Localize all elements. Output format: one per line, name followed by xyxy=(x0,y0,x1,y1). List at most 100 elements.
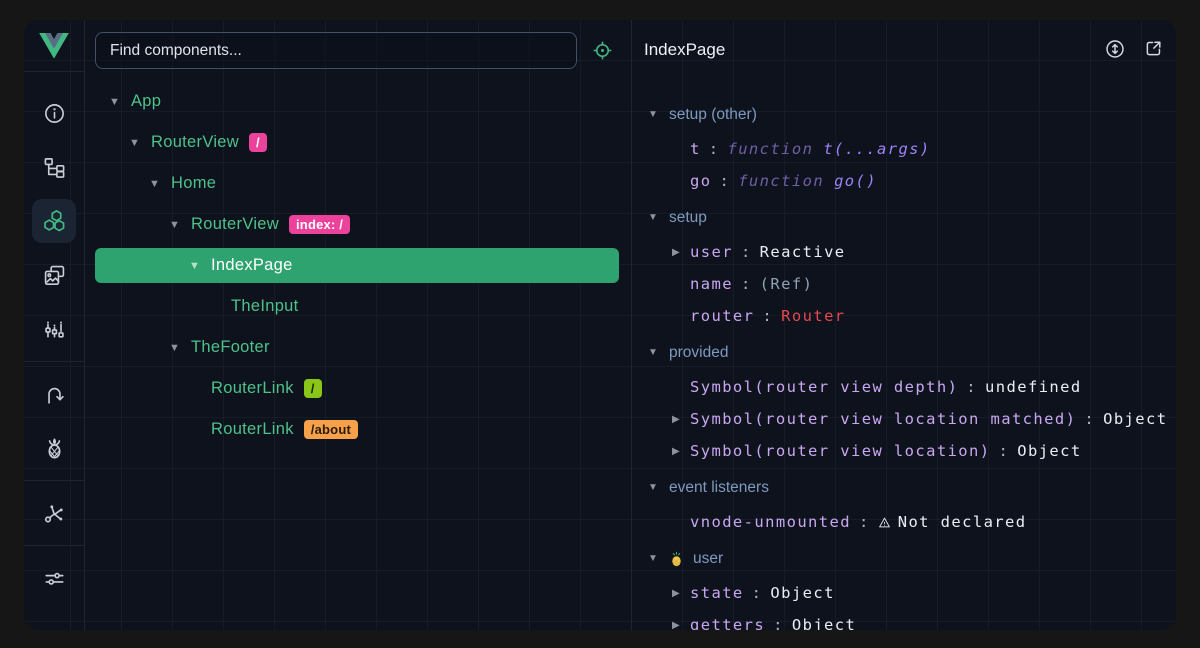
sidebar-item-module-graph[interactable] xyxy=(24,486,84,540)
component-tree: ▼App▼RouterView/▼Home▼RouterViewindex: /… xyxy=(85,69,631,450)
function-keyword: function xyxy=(727,140,813,158)
chevron-down-icon[interactable]: ▼ xyxy=(648,482,660,493)
tree-node-label: App xyxy=(131,92,161,111)
prop-colon: : xyxy=(773,616,784,630)
chevron-down-icon[interactable]: ▼ xyxy=(189,260,211,272)
timeline-icon xyxy=(32,307,76,351)
tree-node-label: RouterView xyxy=(191,215,279,234)
sidebar-item-timeline[interactable] xyxy=(24,302,84,356)
section-header[interactable]: ▼setup xyxy=(648,199,1176,236)
section-header[interactable]: ▼ setup (other) xyxy=(648,96,1176,133)
prop-row: t:functiont(...args) xyxy=(648,133,1176,165)
inspector-actions xyxy=(1102,37,1166,63)
chevron-down-icon[interactable]: ▼ xyxy=(149,178,171,190)
tree-node-indexpage[interactable]: ▼IndexPage xyxy=(95,245,619,286)
tree-node-app[interactable]: ▼App xyxy=(95,81,619,122)
prop-key: vnode-unmounted xyxy=(690,513,851,531)
tree-node-label: IndexPage xyxy=(211,256,293,275)
section-title: event listeners xyxy=(669,479,769,497)
sidebar-item-router[interactable] xyxy=(24,367,84,421)
prop-key: Symbol(router view location matched) xyxy=(690,410,1076,428)
prop-row: go:functiongo() xyxy=(648,165,1176,197)
sidebar-item-pages[interactable] xyxy=(24,140,84,194)
prop-key: Symbol(router view depth) xyxy=(690,378,958,396)
prop-row: router:Router xyxy=(648,300,1176,332)
prop-key: getters xyxy=(690,616,765,630)
prop-row[interactable]: ▶Symbol(router view location matched):Ob… xyxy=(648,403,1176,435)
chevron-right-icon[interactable]: ▶ xyxy=(672,414,690,425)
vue-logo[interactable] xyxy=(24,20,84,72)
chevron-down-icon[interactable]: ▼ xyxy=(648,347,660,358)
prop-colon: : xyxy=(741,275,752,293)
section-header[interactable]: ▼ event listeners xyxy=(648,469,1176,506)
prop-value: Router xyxy=(781,307,845,325)
sidebar-rail xyxy=(24,20,85,630)
info-icon xyxy=(32,91,76,135)
section-setup-other-: ▼setup (other)t:functiont(...args)go:fun… xyxy=(648,96,1176,197)
tree-node-routerview[interactable]: ▼RouterViewindex: / xyxy=(95,204,619,245)
chevron-down-icon[interactable]: ▼ xyxy=(648,109,660,120)
warning-icon xyxy=(878,516,891,529)
prop-row: vnode-unmounted:Not declared xyxy=(648,506,1176,538)
graph-icon xyxy=(32,491,76,535)
tree-node-label: TheFooter xyxy=(191,338,270,357)
prop-key: t xyxy=(690,140,701,158)
prop-row: Symbol(router view depth): undefined xyxy=(648,371,1176,403)
prop-value: undefined xyxy=(985,378,1082,396)
prop-row: name:(Ref) xyxy=(648,268,1176,300)
components-toolbar xyxy=(85,20,631,69)
tree-node-routerview[interactable]: ▼RouterView/ xyxy=(95,122,619,163)
assets-icon xyxy=(32,253,76,297)
search-input[interactable] xyxy=(95,32,577,69)
chevron-right-icon[interactable]: ▶ xyxy=(672,620,690,631)
scroll-icon xyxy=(1104,38,1126,63)
open-in-editor-button[interactable] xyxy=(1140,37,1166,63)
tree-node-label: RouterLink xyxy=(211,420,294,439)
prop-value: Object xyxy=(1017,442,1081,460)
chevron-down-icon[interactable]: ▼ xyxy=(109,96,131,108)
chevron-down-icon[interactable]: ▼ xyxy=(648,553,660,564)
pinia-store-icon xyxy=(669,551,684,567)
prop-row[interactable]: ▶user:Reactive xyxy=(648,236,1176,268)
prop-colon: : xyxy=(741,243,752,261)
prop-row[interactable]: ▶Symbol(router view location):Object xyxy=(648,435,1176,467)
prop-row[interactable]: ▶state:Object xyxy=(648,577,1176,609)
external-icon xyxy=(1143,38,1164,62)
tree-node-home[interactable]: ▼Home xyxy=(95,163,619,204)
sidebar-item-assets[interactable] xyxy=(24,248,84,302)
prop-colon: : xyxy=(1084,410,1095,428)
components-icon xyxy=(32,199,76,243)
chevron-right-icon[interactable]: ▶ xyxy=(672,247,690,258)
tree-node-thefooter[interactable]: ▼TheFooter xyxy=(95,327,619,368)
devtools-window: ▼App▼RouterView/▼Home▼RouterViewindex: /… xyxy=(24,20,1176,630)
inspector-header: IndexPage xyxy=(632,20,1176,80)
tree-node-theinput[interactable]: TheInput xyxy=(95,286,619,327)
prop-row[interactable]: ▶getters:Object xyxy=(648,609,1176,630)
chevron-right-icon[interactable]: ▶ xyxy=(672,446,690,457)
function-keyword: function xyxy=(738,172,824,190)
chevron-down-icon[interactable]: ▼ xyxy=(648,212,660,223)
sidebar-nav xyxy=(24,72,84,605)
sidebar-item-components[interactable] xyxy=(24,194,84,248)
chevron-down-icon[interactable]: ▼ xyxy=(169,342,191,354)
sidebar-item-overview[interactable] xyxy=(24,86,84,140)
prop-value: Object xyxy=(770,584,834,602)
chevron-down-icon[interactable]: ▼ xyxy=(129,137,151,149)
chevron-down-icon[interactable]: ▼ xyxy=(169,219,191,231)
sidebar-item-pinia[interactable] xyxy=(24,421,84,475)
prop-value: Not declared xyxy=(898,513,1027,531)
sidebar-item-settings[interactable] xyxy=(24,551,84,605)
prop-colon: : xyxy=(966,378,977,396)
tree-node-routerlink[interactable]: RouterLink/about xyxy=(95,409,619,450)
section-title: setup (other) xyxy=(669,106,757,124)
prop-value: (Ref) xyxy=(760,275,814,293)
prop-key: go xyxy=(690,172,711,190)
section-header[interactable]: ▼provided xyxy=(648,334,1176,371)
scroll-to-component-button[interactable] xyxy=(1102,37,1128,63)
section-header[interactable]: ▼user xyxy=(648,540,1176,577)
prop-colon: : xyxy=(999,442,1010,460)
section-user: ▼user▶state:Object▶getters:Object xyxy=(648,540,1176,630)
inspect-target-button[interactable] xyxy=(585,34,619,68)
tree-node-routerlink[interactable]: RouterLink/ xyxy=(95,368,619,409)
chevron-right-icon[interactable]: ▶ xyxy=(672,588,690,599)
